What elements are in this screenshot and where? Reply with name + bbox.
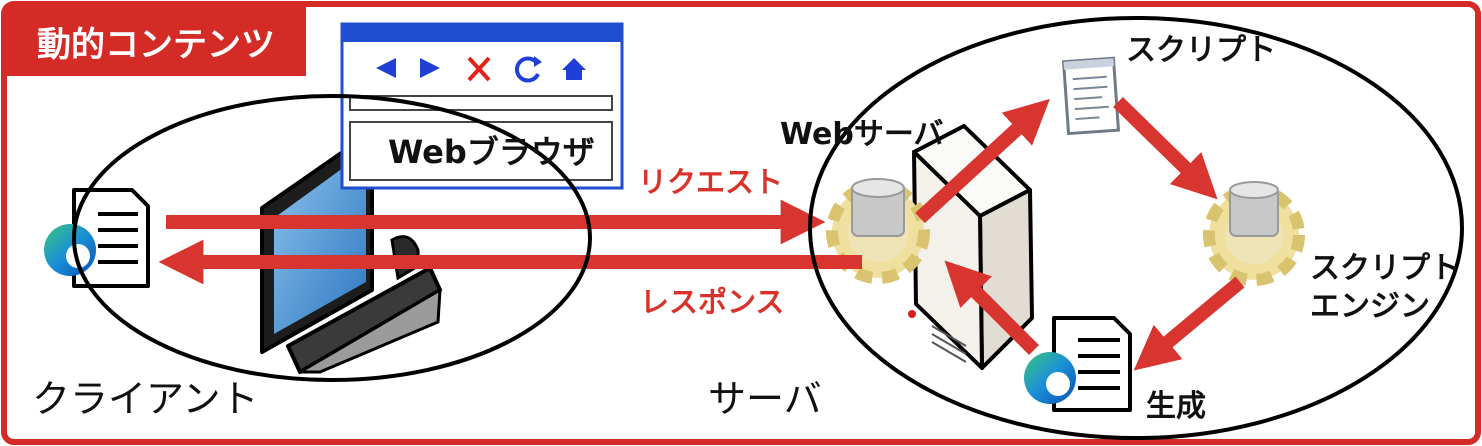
request-label: リクエスト bbox=[638, 165, 784, 199]
generated-label: 生成 bbox=[1146, 389, 1206, 424]
dynamic-content-diagram: 動的コンテンツ Webブラウザ リクエスト レスポンス Webサーバ スクリプト… bbox=[0, 0, 1482, 446]
client-label: クライアント bbox=[32, 377, 259, 421]
script-engine-label-line1: スクリプト bbox=[1310, 251, 1460, 286]
script-engine-gear-icon bbox=[1203, 181, 1305, 286]
diagram-title: 動的コンテンツ bbox=[6, 6, 306, 76]
script-label: スクリプト bbox=[1126, 33, 1276, 68]
script-document-icon bbox=[1061, 56, 1121, 136]
generated-document-icon bbox=[1024, 316, 1132, 412]
web-server-label: Webサーバ bbox=[780, 117, 944, 152]
script-to-engine-arrow bbox=[1113, 96, 1218, 200]
script-engine-label-line2: エンジン bbox=[1310, 289, 1430, 324]
edge-document-icon bbox=[44, 188, 150, 288]
response-label: レスポンス bbox=[640, 285, 785, 319]
engine-to-generated-arrow bbox=[1133, 276, 1245, 371]
web-browser-label: Webブラウザ bbox=[388, 133, 595, 171]
server-label: サーバ bbox=[708, 377, 822, 421]
